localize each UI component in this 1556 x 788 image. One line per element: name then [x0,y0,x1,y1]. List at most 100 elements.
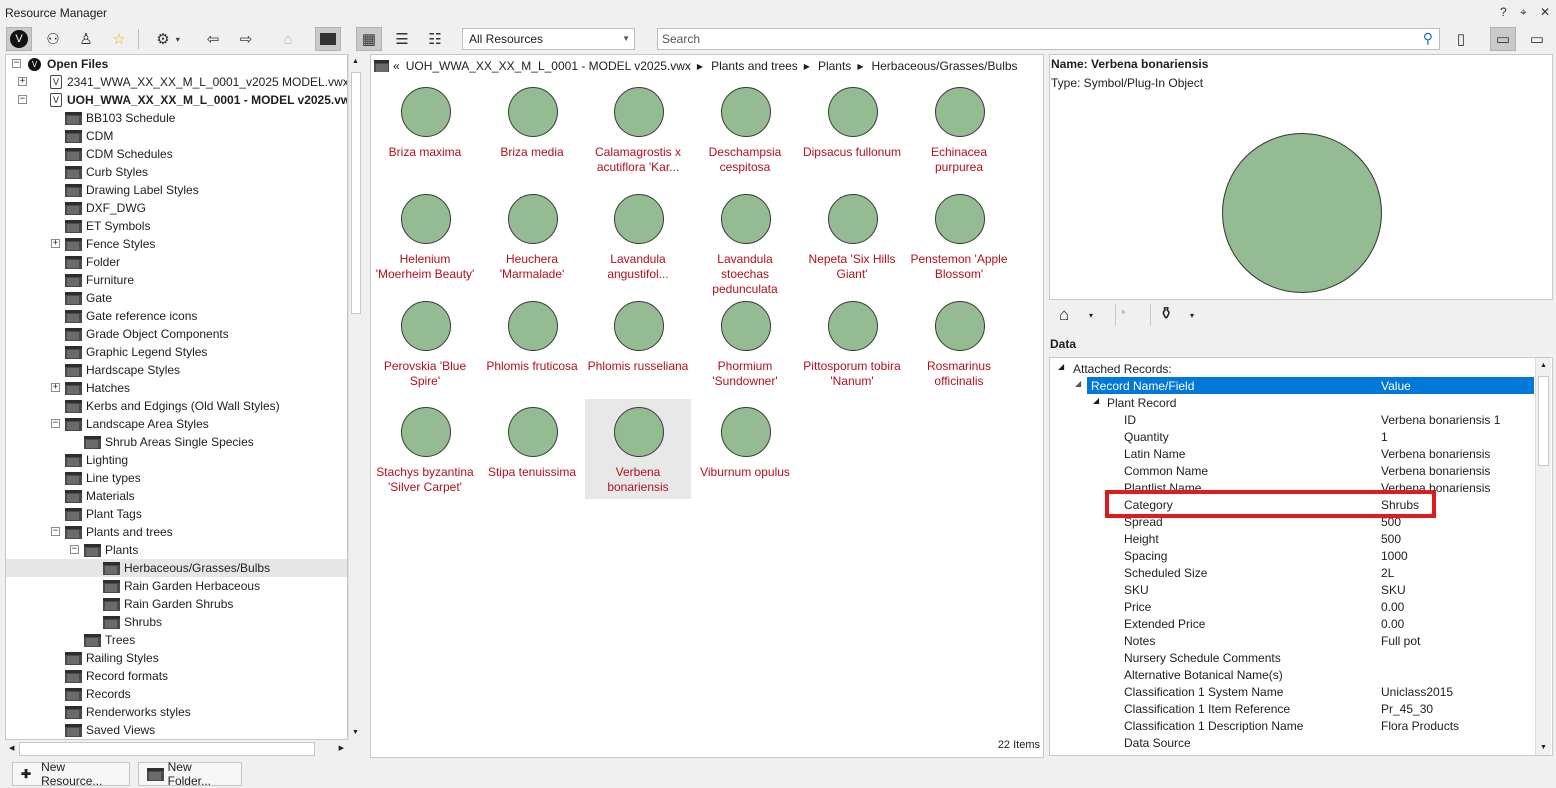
tree-folder[interactable]: Hatches [65,379,130,397]
resource-thumbnail[interactable]: Lavandula angustifol... [585,186,691,286]
tree-scroll-thumb[interactable] [351,72,361,314]
scroll-up-icon[interactable]: ▲ [352,58,359,65]
user-folder-button[interactable]: ♙ [73,27,99,51]
tree-folder[interactable]: Lighting [65,451,128,469]
tree-folder[interactable]: Shrub Areas Single Species [84,433,254,451]
resource-thumbnail[interactable]: Viburnum opulus [692,399,798,499]
tree-folder[interactable]: Rain Garden Shrubs [103,595,233,613]
list-view-button[interactable]: ☰ [389,27,415,51]
scroll-down-icon[interactable]: ▼ [1540,744,1547,751]
breadcrumb-collapse[interactable]: « [393,59,400,73]
resource-thumbnail[interactable]: Helenium 'Moerheim Beauty' [372,186,478,286]
tree-hscroll-thumb[interactable] [19,742,315,756]
tree-folder[interactable]: Renderworks styles [65,703,191,721]
resource-thumbnail[interactable]: Dipsacus fullonum [799,79,905,179]
tree-folder[interactable]: Grade Object Components [65,325,229,343]
data-row[interactable]: Classification 1 Description Name Flora P… [1050,717,1534,734]
resource-thumbnail[interactable]: Stachys byzantina 'Silver Carpet' [372,399,478,499]
home-button[interactable]: ⌂ [275,27,301,51]
resource-thumbnail[interactable]: Rosmarinus officinalis [906,293,1012,393]
tree-folder[interactable]: CDM Schedules [65,145,173,163]
tree-folder[interactable]: Plant Tags [65,505,142,523]
resource-thumbnail[interactable]: Stipa tenuissima [479,399,585,499]
tree-folder[interactable]: Saved Views [65,721,155,739]
forward-button[interactable]: ⇨ [233,27,259,51]
data-row[interactable]: ID Verbena bonariensis 1 [1050,411,1534,428]
attached-records-row[interactable]: ◢ Attached Records: [1050,360,1534,377]
data-row[interactable]: Classification 1 System Name Uniclass2015 [1050,683,1534,700]
search-icon[interactable]: ⚲ [1423,30,1433,47]
layout-left-button[interactable]: ▭ [1490,27,1516,51]
data-row[interactable]: Latin Name Verbena bonariensis [1050,445,1534,462]
help-button[interactable]: ? [1500,5,1507,19]
tree-file[interactable]: V 2341_WWA_XX_XX_M_L_0001_v2025 MODEL.vwx [50,73,347,91]
data-row[interactable]: Extended Price 0.00 [1050,615,1534,632]
resource-thumbnail[interactable]: Perovskia 'Blue Spire' [372,293,478,393]
data-row[interactable]: Spacing 1000 [1050,547,1534,564]
tree-folder[interactable]: Gate [65,289,112,307]
chevron-down-icon[interactable]: ▾ [1190,311,1194,320]
pin-button[interactable]: ⌖ [1520,5,1527,20]
thumbnail-view-button[interactable]: ▦ [356,27,382,51]
scroll-down-icon[interactable]: ▼ [352,729,359,736]
scroll-up-icon[interactable]: ▲ [1540,362,1547,369]
collapse-icon[interactable]: − [51,419,60,428]
single-pane-button[interactable]: ▯ [1448,27,1474,51]
tree-horizontal-scrollbar[interactable]: ◀ ▶ [5,740,348,758]
plant-record-row[interactable]: ◢ Plant Record [1050,394,1534,411]
tree-folder[interactable]: Record formats [65,667,168,685]
tree-folder[interactable]: Materials [65,487,135,505]
data-row[interactable]: Scheduled Size 2L [1050,564,1534,581]
tree-folder[interactable]: Landscape Area Styles [65,415,209,433]
data-row[interactable]: Supplier Website [1050,751,1534,755]
breadcrumb-file[interactable]: UOH_WWA_XX_XX_M_L_0001 - MODEL v2025.vwx [406,59,691,73]
close-button[interactable]: ✕ [1540,5,1550,19]
tree-folder[interactable]: Plants and trees [65,523,173,541]
resource-thumbnail[interactable]: Heuchera 'Marmalade' [479,186,585,286]
parent-folder-button[interactable] [315,27,341,51]
tree-folder[interactable]: BB103 Schedule [65,109,175,127]
breadcrumb-plants-and-trees[interactable]: Plants and trees [711,59,798,73]
favorites-button[interactable]: ☆ [106,27,132,51]
data-row[interactable]: Notes Full pot [1050,632,1534,649]
chevron-down-icon[interactable]: ▾ [1089,311,1093,320]
breadcrumb-plants[interactable]: Plants [818,59,851,73]
tree-folder[interactable]: Curb Styles [65,163,148,181]
data-row[interactable]: Quantity 1 [1050,428,1534,445]
data-vertical-scrollbar[interactable]: ▲ ▼ [1535,358,1551,755]
tree-folder[interactable]: Graphic Legend Styles [65,343,207,361]
data-row[interactable]: Classification 1 Item Reference Pr_45_30 [1050,700,1534,717]
tree-folder[interactable]: DXF_DWG [65,199,146,217]
resource-thumbnail[interactable]: Nepeta 'Six Hills Giant' [799,186,905,286]
resource-thumbnail[interactable]: Verbena bonariensis [585,399,691,499]
data-row[interactable]: Data Source [1050,734,1534,751]
render-icon[interactable]: ◔ [1117,305,1127,323]
detail-view-button[interactable]: ☷ [422,27,448,51]
cloud-libraries-button[interactable]: ⚇ [40,27,66,51]
collapse-icon[interactable]: − [51,527,60,536]
tree-folder[interactable]: Furniture [65,271,134,289]
resource-thumbnail[interactable]: Deschampsia cespitosa [692,79,798,179]
tree-folder[interactable]: CDM [65,127,113,145]
resource-thumbnail[interactable]: Phormium 'Sundowner' [692,293,798,393]
new-folder-button[interactable]: New Folder... [138,760,242,788]
resource-thumbnail[interactable]: Phlomis russeliana [585,293,691,393]
teapot-icon[interactable]: ⚱ [1159,304,1173,324]
collapse-icon[interactable]: − [12,59,21,68]
resource-thumbnail[interactable]: Phlomis fruticosa [479,293,585,393]
data-column-header[interactable]: ◢ Record Name/Field Value [1075,377,1534,394]
tree-folder[interactable]: Records [65,685,131,703]
resource-thumbnail[interactable]: Calamagrostis x acutiflora 'Kar... [585,79,691,179]
settings-button[interactable]: ⚙ ▾ [148,27,188,51]
data-row[interactable]: Price 0.00 [1050,598,1534,615]
resource-tree[interactable]: − V Open Files + V 2341_WWA_XX_XX_M_L_0001_v2… [5,54,348,740]
tree-folder[interactable]: Line types [65,469,141,487]
collapse-icon[interactable]: − [70,545,79,554]
vectorworks-logo-button[interactable]: V [6,27,32,51]
tree-folder[interactable]: Trees [84,631,135,649]
tree-folder[interactable]: Shrubs [103,613,162,631]
resource-thumbnail[interactable]: Penstemon 'Apple Blossom' [906,186,1012,286]
resource-thumbnail[interactable]: Briza media [479,79,585,179]
tree-folder[interactable]: Gate reference icons [65,307,197,325]
data-row[interactable]: Common Name Verbena bonariensis [1050,462,1534,479]
